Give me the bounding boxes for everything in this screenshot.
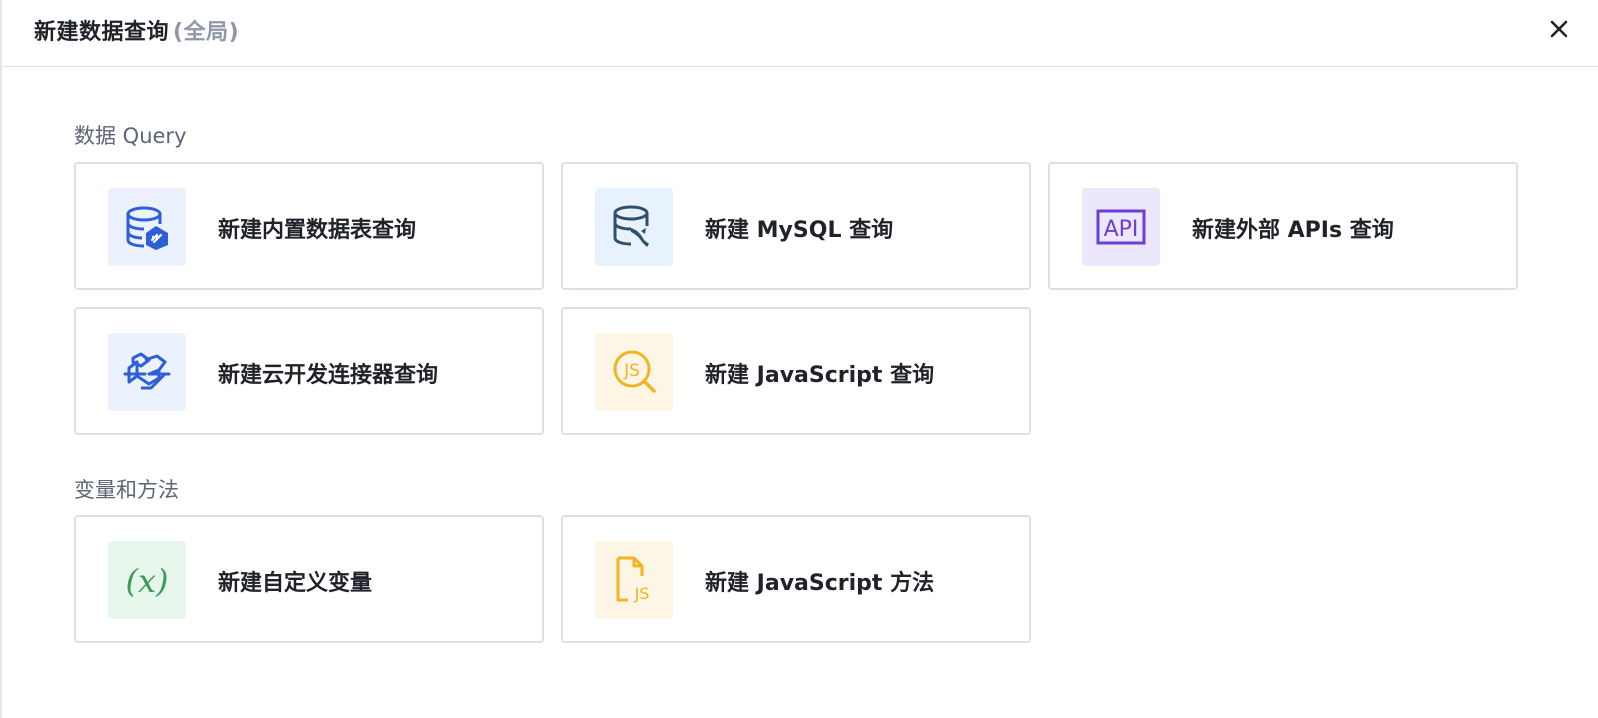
- card-cloud-connector-query[interactable]: 新建云开发连接器查询: [74, 307, 544, 435]
- card-label: 新建外部 APIs 查询: [1192, 218, 1394, 243]
- icon-box: [108, 188, 186, 266]
- dialog-title-text: 新建数据查询: [34, 20, 170, 45]
- card-label: 新建 MySQL 查询: [705, 218, 894, 243]
- icon-box: [108, 333, 186, 411]
- card-javascript-method[interactable]: JS 新建 JavaScript 方法: [561, 515, 1031, 643]
- api-icon: API: [1096, 209, 1146, 245]
- dialog-header: 新建数据查询 (全局): [2, 0, 1598, 67]
- js-file-icon-text: JS: [634, 584, 650, 603]
- card-builtin-table-query[interactable]: 新建内置数据表查询: [74, 162, 544, 290]
- dialog-title-scope: (全局): [173, 20, 240, 45]
- icon-box: JS: [595, 333, 673, 411]
- icon-box: [595, 188, 673, 266]
- card-label: 新建内置数据表查询: [218, 218, 417, 243]
- variable-icon-text: (x): [125, 562, 168, 600]
- icon-box: (x): [108, 541, 186, 619]
- js-icon-text: JS: [623, 361, 640, 381]
- js-file-icon: JS: [616, 556, 650, 603]
- mysql-icon: [613, 205, 649, 247]
- card-label: 新建云开发连接器查询: [218, 363, 439, 388]
- card-label: 新建自定义变量: [218, 571, 373, 596]
- close-icon: [1550, 20, 1568, 38]
- card-javascript-query[interactable]: JS 新建 JavaScript 查询: [561, 307, 1031, 435]
- api-icon-text: API: [1104, 217, 1139, 242]
- card-label: 新建 JavaScript 方法: [705, 571, 935, 596]
- database-sync-icon: [126, 206, 168, 250]
- new-query-dialog: 新建数据查询 (全局) 数据 Query 新建内置数据表查询 新建 MySQL …: [0, 0, 1598, 718]
- close-button[interactable]: [1546, 16, 1572, 42]
- icon-box: JS: [595, 541, 673, 619]
- dialog-title: 新建数据查询 (全局): [34, 14, 239, 46]
- connector-icon: [123, 352, 171, 390]
- section-label-data-query: 数据 Query: [74, 124, 187, 148]
- card-external-api-query[interactable]: API 新建外部 APIs 查询: [1048, 162, 1518, 290]
- card-label: 新建 JavaScript 查询: [705, 363, 935, 388]
- icon-box: API: [1082, 188, 1160, 266]
- js-search-icon: JS: [613, 350, 656, 393]
- section-label-variables-methods: 变量和方法: [74, 478, 179, 502]
- card-mysql-query[interactable]: 新建 MySQL 查询: [561, 162, 1031, 290]
- card-custom-variable[interactable]: (x) 新建自定义变量: [74, 515, 544, 643]
- variable-icon: (x): [125, 562, 168, 600]
